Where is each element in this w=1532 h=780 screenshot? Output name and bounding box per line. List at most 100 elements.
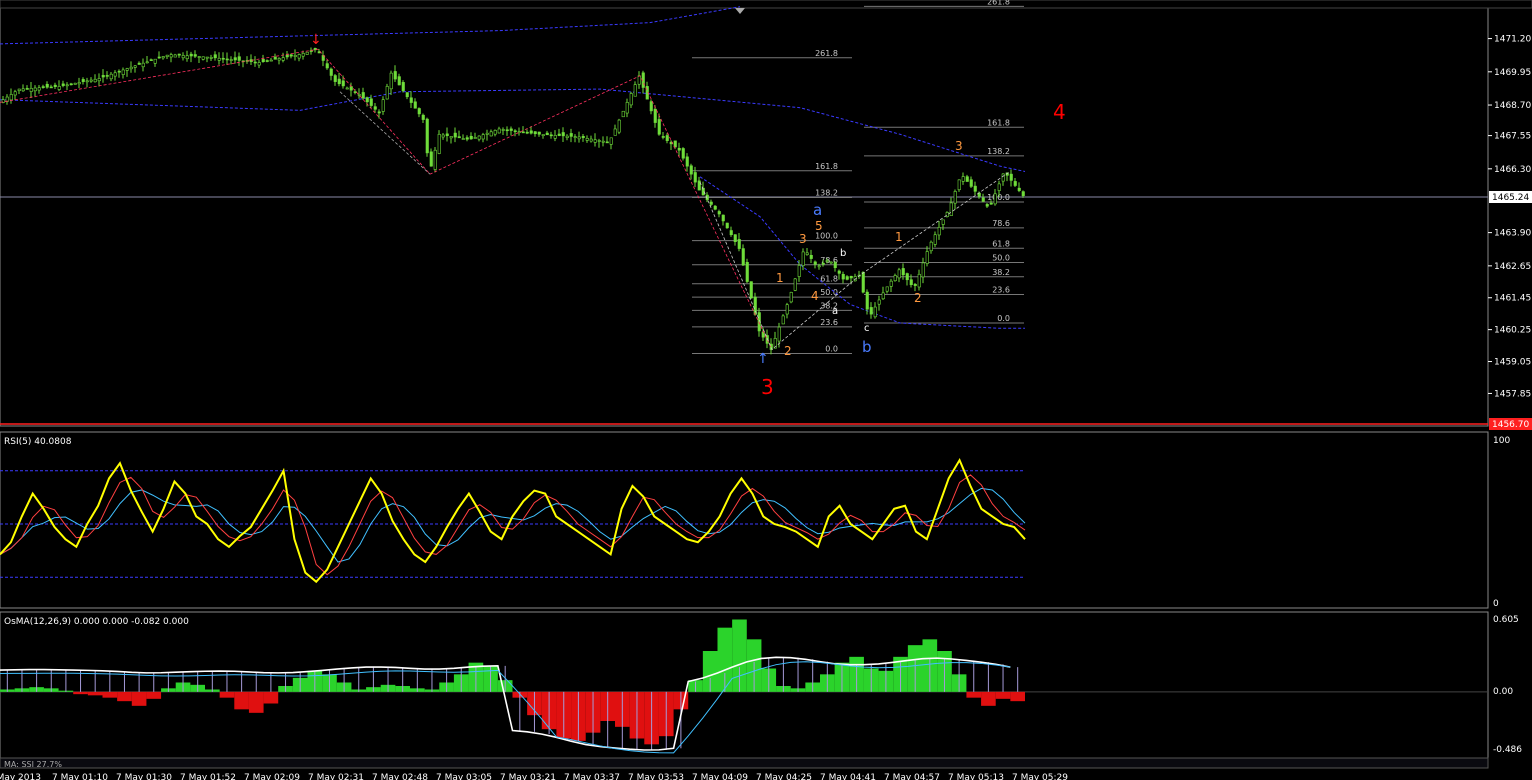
candle-body [841,274,845,280]
candle-body [141,62,145,68]
candle-body [233,57,237,61]
candle-body [33,87,37,92]
candle-body [913,283,917,286]
candle-body [237,56,241,61]
price-tick-label: 1463.90 [1494,229,1531,239]
time-label: 7 May 01:30 [116,773,172,780]
candle-body [397,76,401,86]
candle-body [405,92,409,98]
wave-label-3-left: 3 [799,232,807,246]
candle-body [501,129,505,131]
candle-body [717,211,721,215]
candle-body [577,136,581,140]
candle-body [589,138,593,142]
candle-body [493,130,497,135]
time-label: 7 May 01:10 [52,773,108,780]
candle-body [1009,173,1013,181]
wave-label-5-left: 5 [815,219,823,233]
osma-bar [146,691,162,699]
candle-body [777,326,781,342]
candle-body [781,315,785,325]
candle-body [973,185,977,192]
candle-body [253,61,257,64]
main-panel [0,7,1489,427]
time-label: 7 May 02:09 [244,773,300,780]
candle-body [981,197,985,202]
candle-body [561,132,565,137]
candle-body [597,140,601,142]
wave-label-b: b [862,338,872,356]
candle-body [177,53,181,56]
wave-label-2-right: 2 [914,291,922,305]
candle-body [829,261,833,264]
fib-right-label: 138.2 [987,147,1010,156]
candle-body [941,219,945,225]
fib-left-label: 23.6 [820,318,838,327]
candle-body [573,136,577,138]
candle-body [565,135,569,138]
candle-body [837,270,841,274]
price-tick-label: 1461.45 [1494,294,1531,304]
candle-body [165,54,169,57]
candle-body [117,70,121,73]
candle-body [673,140,677,148]
candle-body [281,57,285,61]
candle-body [485,132,489,135]
candle-body [869,307,873,315]
candle-body [537,131,541,135]
candle-body [213,54,217,59]
candle-body [105,75,109,77]
candle-body [9,94,13,101]
candle-body [629,93,633,106]
candle-body [421,114,425,120]
candle-body [805,252,809,255]
candle-body [845,276,849,280]
candle-body [889,280,893,287]
candle-body [353,91,357,93]
candle-body [445,133,449,136]
time-label: 6 May 2013 [0,773,41,780]
osma-bar [263,691,279,704]
candle-body [833,262,837,269]
candle-body [225,58,229,61]
trading-chart[interactable]: 261.8161.8138.2100.078.661.850.038.223.6… [0,0,1532,780]
candle-body [185,55,189,60]
candle-body [409,97,413,103]
candle-body [733,234,737,242]
candle-body [689,165,693,175]
candle-body [929,241,933,252]
time-label: 7 May 04:25 [756,773,812,780]
fib-right-label: 0.0 [997,314,1010,323]
wave-label-b-small: b [840,248,846,259]
candle-body [389,72,393,90]
candle-body [621,110,625,118]
candle-body [989,202,993,205]
candle-body [649,101,653,112]
candle-body [153,58,157,64]
candle-body [29,87,33,92]
candle-body [349,86,353,91]
candle-body [681,148,685,159]
candle-body [861,272,865,293]
candle-body [425,118,429,154]
candle-body [333,75,337,82]
candle-body [885,286,889,292]
price-tick-label: 1469.95 [1494,68,1531,78]
time-label: 7 May 02:31 [308,773,364,780]
candle-body [897,269,901,279]
candle-body [285,54,289,58]
candle-body [529,130,533,134]
time-label: 7 May 04:57 [884,773,940,780]
candle-body [605,141,609,144]
candle-body [661,136,665,138]
osma-bar [219,691,235,698]
time-label: 7 May 05:29 [1012,773,1068,780]
candle-body [197,56,201,58]
candle-body [377,111,381,114]
candle-body [949,202,953,216]
candle-body [905,273,909,281]
candle-body [461,138,465,140]
candle-body [525,131,529,134]
time-label: 7 May 04:41 [820,773,876,780]
candle-body [609,137,613,145]
